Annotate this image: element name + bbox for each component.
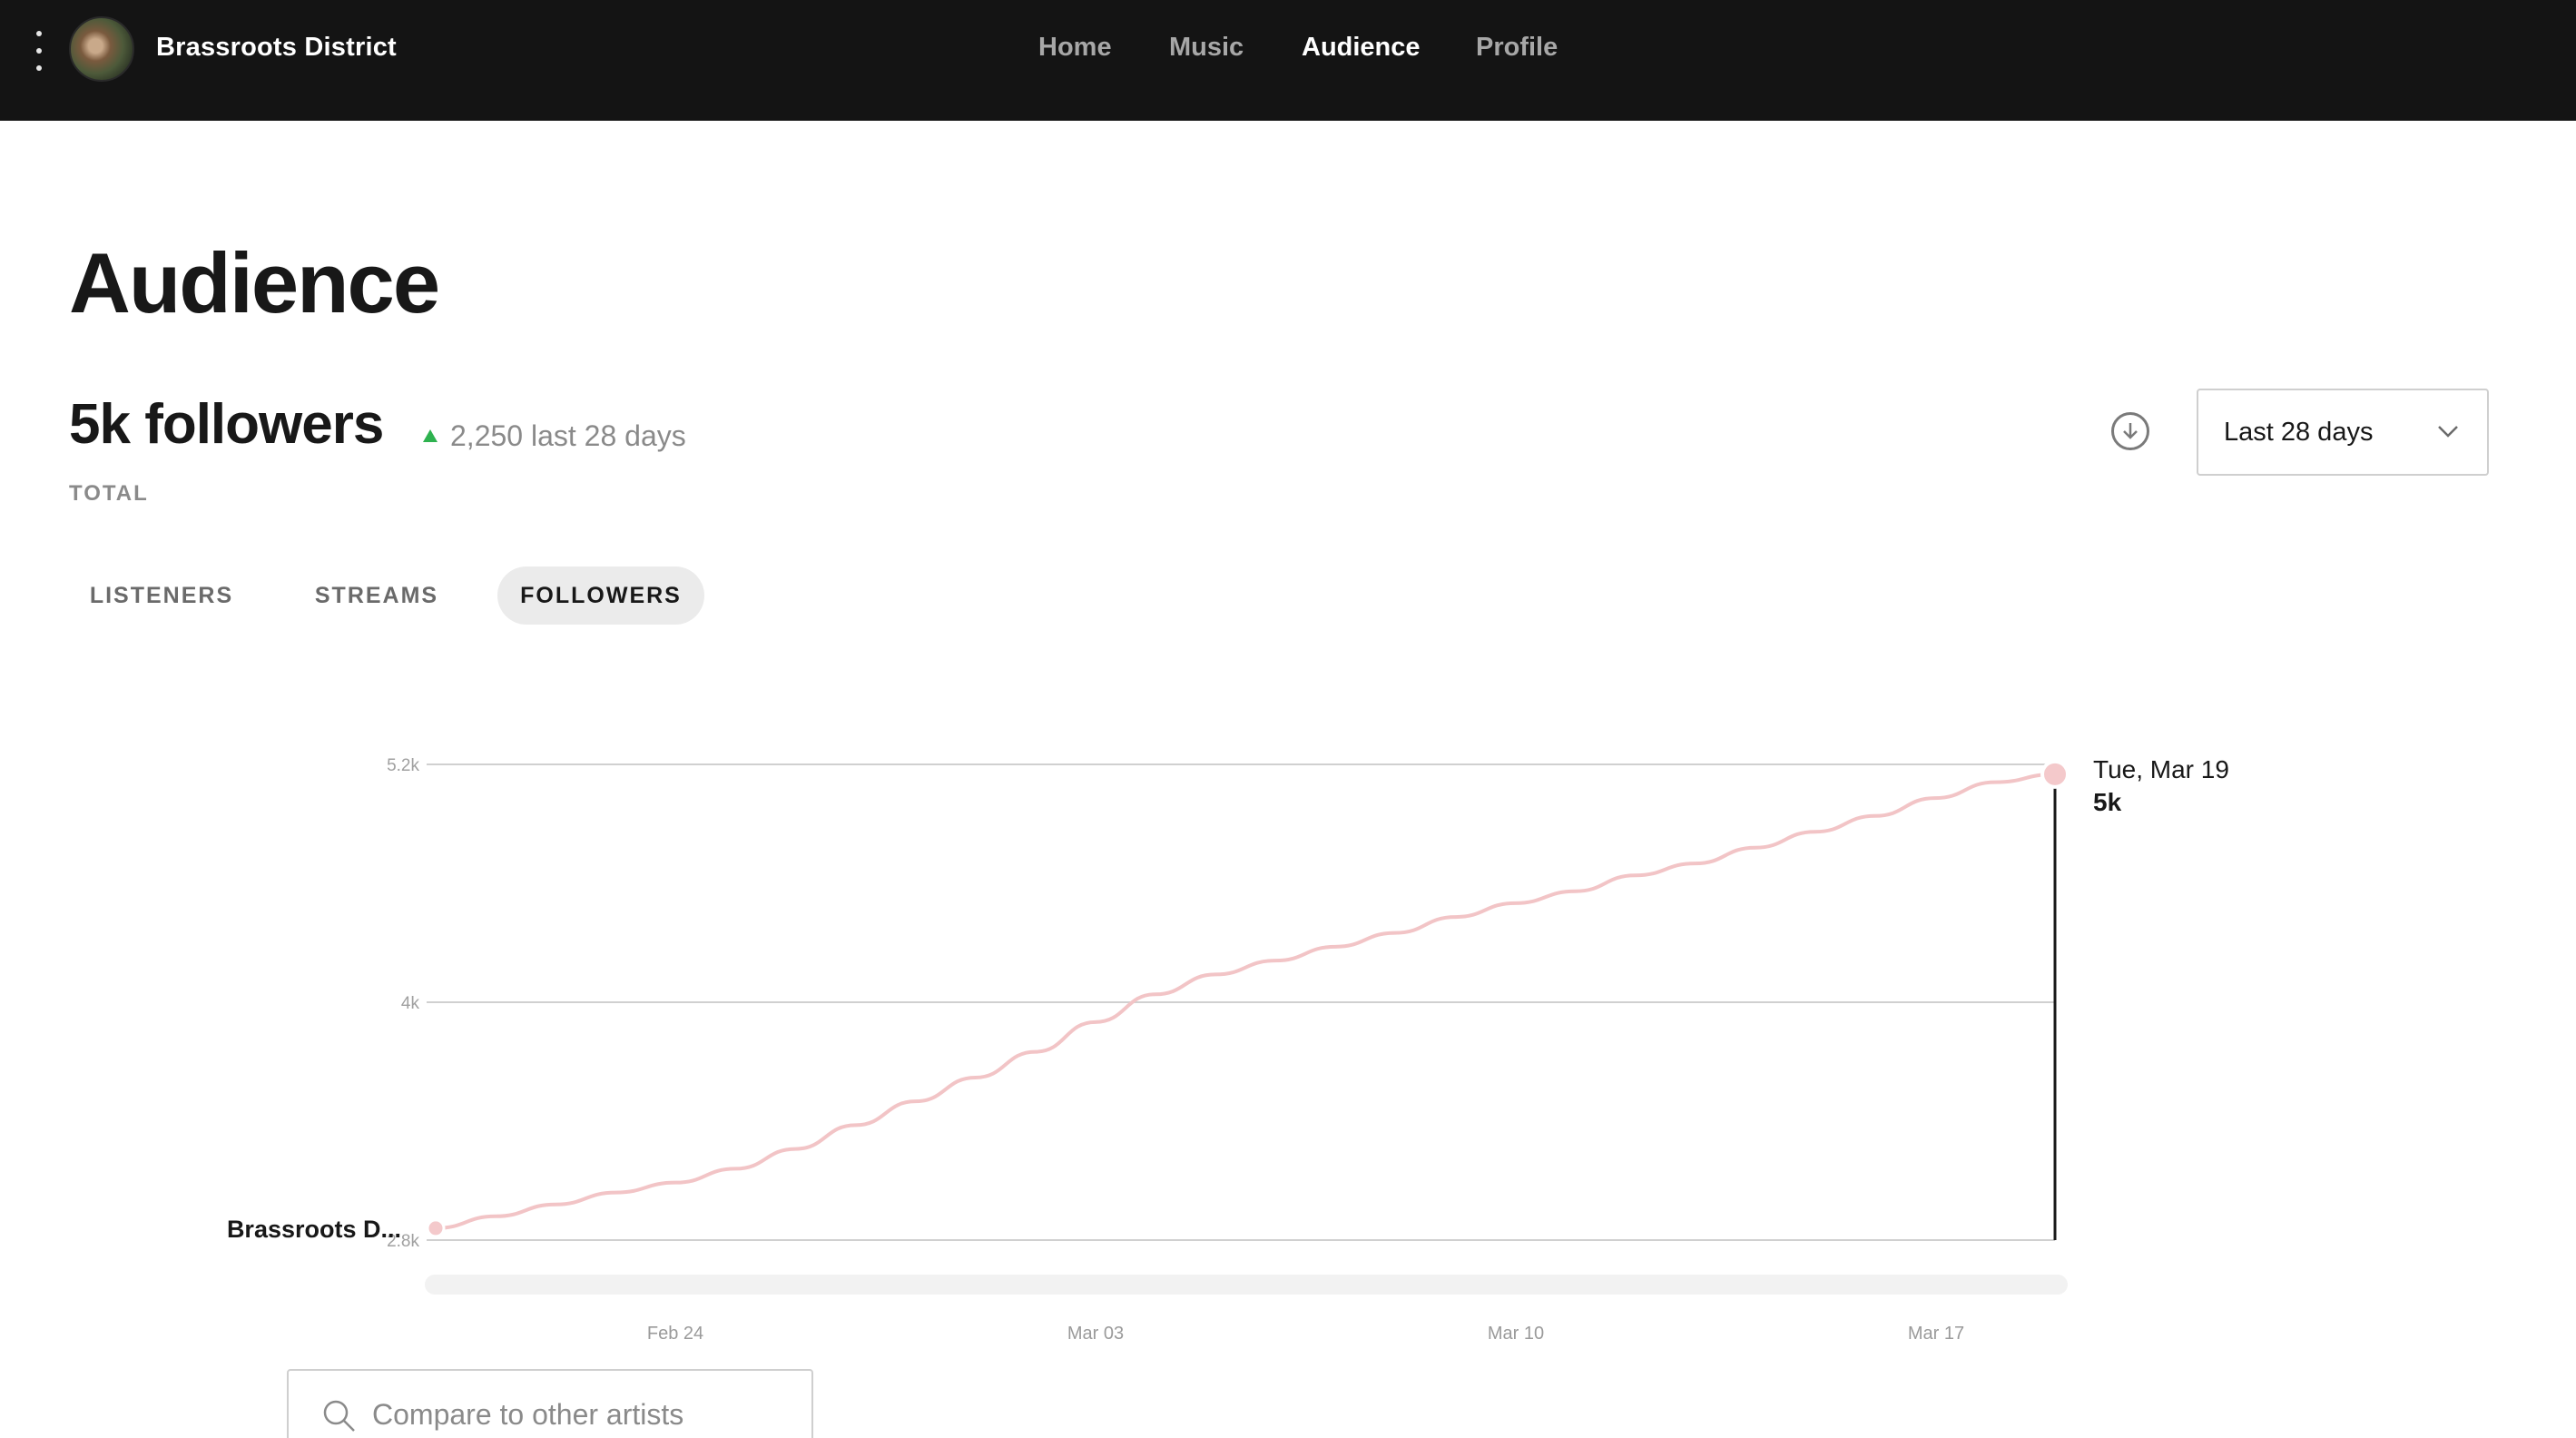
y-tick-label: 4k: [401, 994, 420, 1013]
followers-total: 5k followers: [69, 393, 384, 456]
date-range-select[interactable]: Last 28 days: [2197, 389, 2489, 476]
x-tick-label: Mar 17: [1908, 1324, 1964, 1344]
tooltip-value: 5k: [2093, 788, 2122, 816]
tab-followers[interactable]: FOLLOWERS: [497, 566, 704, 625]
delta-text: 2,250 last 28 days: [450, 419, 686, 452]
chevron-down-icon: [2434, 418, 2462, 449]
compare-search[interactable]: [287, 1369, 813, 1438]
page-title: Audience: [69, 235, 440, 330]
nav-audience[interactable]: Audience: [1302, 33, 1421, 63]
top-bar: Brassroots District Home Music Audience …: [0, 0, 2576, 121]
date-range-value: Last 28 days: [2224, 418, 2374, 447]
x-tick-label: Feb 24: [647, 1324, 703, 1344]
download-icon[interactable]: [2111, 412, 2149, 450]
followers-delta: 2,250 last 28 days: [423, 419, 686, 453]
series-end-point: [2040, 759, 2070, 789]
tab-streams[interactable]: STREAMS: [290, 566, 463, 625]
x-tick-label: Mar 03: [1067, 1324, 1124, 1344]
followers-line-chart: 5.2k4k2.8kFeb 24 Mar 03 Mar 10 Mar 17Brassr…: [227, 755, 2229, 1344]
y-tick-label: 5.2k: [387, 756, 419, 775]
series-line: [435, 772, 2056, 1230]
series-start-point: [426, 1218, 446, 1238]
total-label: TOTAL: [69, 481, 149, 506]
series-label: Brassroots D...: [227, 1216, 401, 1243]
main-nav: Home Music Audience Profile: [0, 33, 2576, 69]
nav-home[interactable]: Home: [1038, 33, 1112, 63]
trend-up-icon: [423, 429, 438, 442]
nav-profile[interactable]: Profile: [1476, 33, 1558, 63]
followers-chart: 5.2k 4k 2.8k Feb 24 Mar 03 Mar 10 Mar 17 Brassr…: [0, 690, 2576, 1353]
compare-input[interactable]: [372, 1394, 790, 1434]
tab-listeners[interactable]: LISTENERS: [71, 566, 252, 625]
tooltip-date: Tue, Mar 19: [2093, 755, 2229, 783]
x-tick-label: Mar 10: [1488, 1324, 1544, 1344]
search-icon: [321, 1398, 358, 1438]
chart-scroll-track: [425, 1275, 2068, 1295]
nav-music[interactable]: Music: [1169, 33, 1244, 63]
